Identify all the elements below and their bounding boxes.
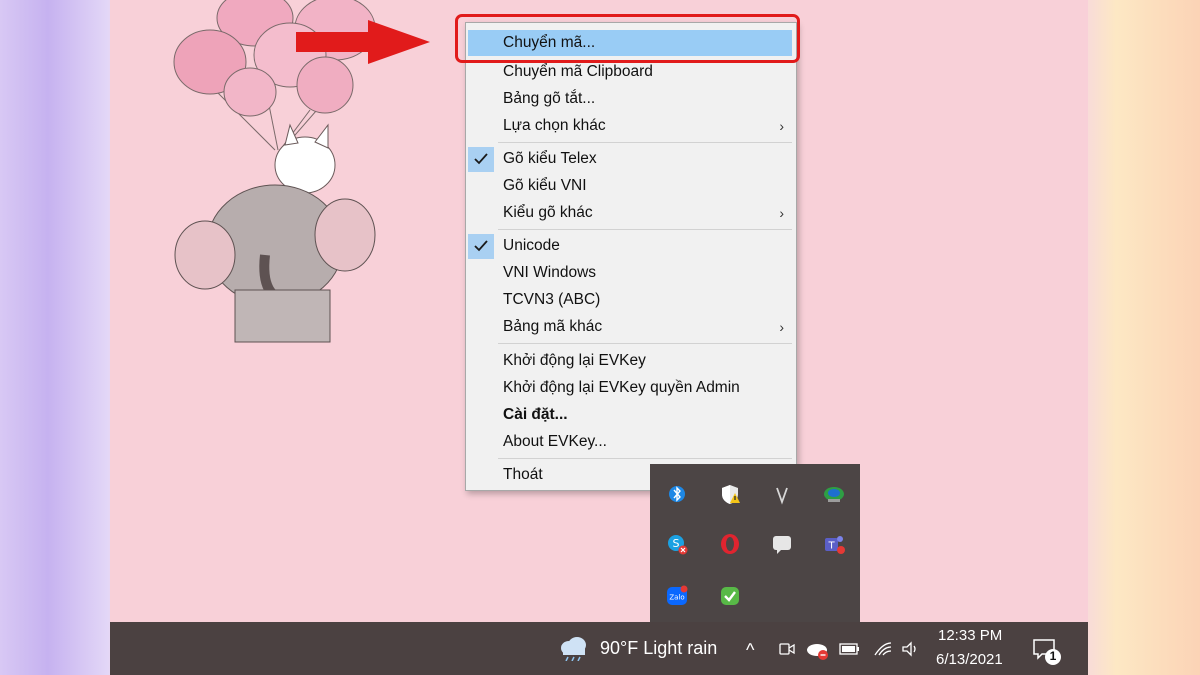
menu-item-bang-ma-khac[interactable]: Bảng mã khác › [468, 314, 792, 340]
menu-item-label: Lựa chọn khác [503, 117, 606, 134]
checkmark-icon [468, 147, 494, 172]
evkey-context-menu: Chuyển mã... Chuyển mã Clipboard Bảng gõ… [465, 22, 797, 491]
menu-item-unicode[interactable]: Unicode [468, 233, 792, 259]
svg-text:S: S [673, 537, 680, 550]
submenu-arrow-icon: › [779, 319, 784, 335]
skype-icon[interactable]: S [665, 532, 689, 556]
checkmark-icon [468, 234, 494, 259]
notification-badge: 1 [1049, 649, 1057, 663]
desktop: Chuyển mã... Chuyển mã Clipboard Bảng gõ… [110, 0, 1088, 675]
menu-item-label: Gõ kiểu Telex [503, 150, 597, 167]
menu-item-tcvn3[interactable]: TCVN3 (ABC) [468, 287, 792, 313]
menu-item-label: Bảng mã khác [503, 318, 603, 335]
meet-now-icon[interactable] [777, 639, 797, 664]
red-arrow-icon [296, 20, 430, 64]
show-hidden-icons-chevron-icon[interactable]: ^ [746, 640, 754, 661]
menu-item-label: Thoát [503, 466, 543, 483]
menu-item-lua-chon-khac[interactable]: Lựa chọn khác › [468, 113, 792, 139]
highlight-frame [455, 14, 800, 63]
evkey-check-icon[interactable] [718, 584, 742, 608]
menu-item-label: Khởi động lại EVKey [503, 352, 646, 369]
menu-item-label: Bảng gõ tắt... [503, 90, 596, 107]
battery-icon[interactable] [838, 640, 862, 663]
menu-item-bang-go-tat[interactable]: Bảng gõ tắt... [468, 86, 792, 112]
menu-item-vni-windows[interactable]: VNI Windows [468, 260, 792, 286]
wifi-icon[interactable] [872, 639, 894, 664]
chat-bubble-icon[interactable] [770, 532, 794, 556]
opera-icon[interactable] [718, 532, 742, 556]
svg-text:Zalo: Zalo [669, 594, 684, 602]
menu-item-settings[interactable]: Cài đặt... [468, 402, 792, 428]
menu-item-label: Kiểu gõ khác [503, 204, 593, 221]
menu-item-go-kieu-telex[interactable]: Gõ kiểu Telex [468, 146, 792, 172]
submenu-arrow-icon: › [779, 118, 784, 134]
menu-separator [498, 343, 792, 344]
menu-item-about-evkey[interactable]: About EVKey... [468, 429, 792, 455]
menu-item-restart-evkey[interactable]: Khởi động lại EVKey [468, 348, 792, 374]
weather-widget-text[interactable]: 90°F Light rain [600, 638, 717, 659]
taskbar: 90°F Light rain ^ 12:33 PM 6/13/2021 1 [110, 622, 1088, 675]
menu-item-label: Unicode [503, 237, 560, 254]
menu-item-label: Cài đặt... [503, 406, 568, 423]
menu-item-label: VNI Windows [503, 264, 597, 281]
menu-separator [498, 142, 792, 143]
menu-separator [498, 229, 792, 230]
action-center-icon[interactable] [1030, 636, 1064, 673]
onedrive-error-icon[interactable] [805, 638, 831, 667]
menu-item-kieu-go-khac[interactable]: Kiểu gõ khác › [468, 200, 792, 226]
menu-item-label: Gõ kiểu VNI [503, 177, 587, 194]
menu-item-restart-evkey-admin[interactable]: Khởi động lại EVKey quyền Admin [468, 375, 792, 401]
menu-separator [498, 458, 792, 459]
clock-time[interactable]: 12:33 PM [938, 627, 1002, 644]
network-globe-icon[interactable] [822, 482, 846, 506]
menu-item-go-kieu-vni[interactable]: Gõ kiểu VNI [468, 173, 792, 199]
security-warning-icon[interactable] [718, 482, 742, 506]
vpn-icon[interactable] [770, 482, 794, 506]
clock-date[interactable]: 6/13/2021 [936, 651, 1003, 668]
menu-item-label: About EVKey... [503, 433, 607, 450]
menu-item-label: TCVN3 (ABC) [503, 291, 601, 308]
teams-icon[interactable]: T [822, 532, 846, 556]
cloud-rain-icon[interactable] [559, 635, 589, 666]
menu-item-label: Khởi động lại EVKey quyền Admin [503, 379, 740, 396]
submenu-arrow-icon: › [779, 205, 784, 221]
zalo-icon[interactable]: Zalo [665, 584, 689, 608]
svg-text:T: T [827, 541, 835, 552]
volume-icon[interactable] [900, 639, 922, 664]
tray-overflow-panel: S T Zalo [650, 464, 860, 622]
bluetooth-icon[interactable] [665, 482, 689, 506]
